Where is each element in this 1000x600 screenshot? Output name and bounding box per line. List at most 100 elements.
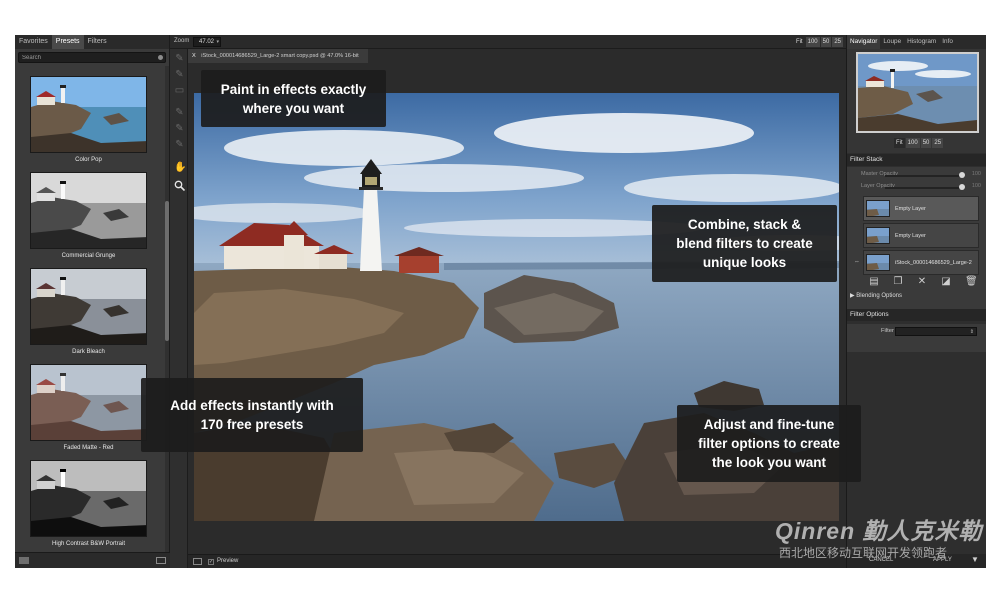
eye-icon[interactable]: ⇔ <box>854 259 860 265</box>
preset-list: Color Pop Commercial Grunge Dark Bleach … <box>15 66 165 552</box>
chevron-updown-icon: ⇕ <box>969 329 974 335</box>
tab-histogram[interactable]: Histogram <box>904 35 939 49</box>
tab-filters[interactable]: Filters <box>84 35 111 49</box>
filter-label: Filter <box>881 328 894 334</box>
filter-options-header: Filter Options <box>847 309 986 321</box>
layer-opacity-value: 100 <box>971 183 981 189</box>
zoom-icon[interactable] <box>174 180 186 192</box>
add-mask-icon[interactable]: ◪ <box>941 276 951 287</box>
trash-icon[interactable]: 🗑 <box>965 276 978 287</box>
filter-options: Filter ⇕ <box>847 324 986 352</box>
preset-color-pop[interactable]: Color Pop <box>30 76 147 163</box>
layer-thumbnail-art <box>867 201 889 216</box>
slider-track[interactable] <box>885 187 961 189</box>
lighthouse-thumbnail <box>31 461 146 536</box>
top-bar: Zoom 47.02 ▾ Fit 100 50 25 <box>170 35 846 49</box>
layer-opacity-slider[interactable]: Layer Opacity 100 <box>861 183 981 192</box>
new-layer-icon[interactable]: ▤ <box>869 276 879 287</box>
slider-track[interactable] <box>885 175 961 177</box>
preset-name: Faded Matte - Red <box>63 445 114 451</box>
nav-50-button[interactable]: 50 <box>920 138 932 148</box>
brush-icon[interactable]: ✎ <box>174 123 185 134</box>
preview-toggle[interactable]: ✓ Preview <box>208 558 238 565</box>
layer-name: Empty Layer <box>895 233 926 239</box>
master-opacity-slider[interactable]: Master Opacity 100 <box>861 171 981 180</box>
nav-fit-button[interactable]: Fit <box>894 138 905 148</box>
tab-info[interactable]: Info <box>939 35 956 49</box>
preset-high-contrast-bw-portrait[interactable]: High Contrast B&W Portrait <box>30 460 147 547</box>
preset-commercial-grunge[interactable]: Commercial Grunge <box>30 172 147 259</box>
layer-toolbar: ▤ ❐ ✕ ◪ 🗑 <box>869 276 978 287</box>
zoom-select[interactable]: 47.02 ▾ <box>193 37 221 47</box>
magnifier-glyph <box>174 180 186 192</box>
slider-knob[interactable] <box>959 184 965 190</box>
layer-thumbnail-art <box>867 228 889 243</box>
preset-name: Commercial Grunge <box>61 253 116 259</box>
nav-25-button[interactable]: 25 <box>932 138 944 148</box>
preset-thumbnail <box>30 172 147 249</box>
preset-scrollbar[interactable] <box>165 66 169 552</box>
compare-icon[interactable] <box>193 558 202 565</box>
zoom-25-button[interactable]: 25 <box>832 37 843 47</box>
preset-thumbnail <box>30 460 147 537</box>
bottom-bar: ✓ Preview <box>188 554 846 568</box>
collapse-panel-icon[interactable] <box>156 557 166 564</box>
checkbox-icon[interactable]: ✓ <box>208 559 214 565</box>
zoom-fit-button[interactable]: Fit <box>793 37 805 47</box>
callout-add: Add effects instantly with 170 free pres… <box>141 378 363 452</box>
eraser-icon[interactable]: ▭ <box>174 85 185 96</box>
layer-item[interactable]: Empty Layer <box>863 223 979 248</box>
toggle-panel-icon[interactable] <box>19 557 29 564</box>
watermark-logo: Qinren 勤人克米勒 <box>775 518 983 544</box>
master-opacity-value: 100 <box>971 171 981 177</box>
brush-icon[interactable]: ✎ <box>174 69 185 80</box>
tab-navigator[interactable]: Navigator <box>847 35 881 49</box>
close-icon[interactable]: X <box>192 53 196 59</box>
tool-column: ✎ ✎ ▭ ✎ ✎ ✎ ✋ <box>170 35 188 568</box>
search-input[interactable] <box>19 53 165 62</box>
preset-thumbnail <box>30 268 147 345</box>
tab-favorites[interactable]: Favorites <box>15 35 52 49</box>
preset-dark-bleach[interactable]: Dark Bleach <box>30 268 147 355</box>
tab-presets[interactable]: Presets <box>51 35 84 49</box>
zoom-100-button[interactable]: 100 <box>805 37 820 47</box>
blending-options-label: Blending Options <box>856 293 902 299</box>
left-tabs: Favorites Presets Filters <box>15 35 169 49</box>
right-tabs: Navigator Loupe Histogram Info <box>847 35 986 49</box>
brush-icon[interactable]: ✎ <box>174 139 185 150</box>
preset-name: Dark Bleach <box>72 349 105 355</box>
document-tab[interactable]: X iStock_000014686529_Large-2 smart copy… <box>188 49 368 63</box>
search-clear-icon[interactable] <box>158 55 163 60</box>
zoom-50-button[interactable]: 50 <box>820 37 832 47</box>
nav-100-button[interactable]: 100 <box>905 138 920 148</box>
document-title: iStock_000014686529_Large-2 smart copy.p… <box>201 53 359 59</box>
brush-icon[interactable]: ✎ <box>174 53 185 64</box>
duplicate-layer-icon[interactable]: ❐ <box>893 276 903 287</box>
navigator-thumbnail[interactable] <box>856 52 979 133</box>
filter-select[interactable]: ⇕ <box>895 327 977 336</box>
merge-icon[interactable]: ✕ <box>917 276 927 287</box>
layer-item[interactable]: ⇔ iStock_000014686529_Large-2 <box>854 250 979 275</box>
callout-combine: Combine, stack & blend filters to create… <box>652 205 837 282</box>
layer-name: Empty Layer <box>895 206 926 212</box>
filter-stack-header: Filter Stack <box>847 154 986 166</box>
preset-name: Color Pop <box>75 157 102 163</box>
right-panel: Navigator Loupe Histogram Info Fit 100 5… <box>846 35 986 568</box>
layer-item[interactable]: Empty Layer <box>863 196 979 221</box>
chevron-down-icon: ▾ <box>216 39 219 45</box>
lighthouse-thumbnail <box>31 173 146 248</box>
watermark: Qinren 勤人克米勒 西北地区移动互联网开发领跑者 <box>775 512 987 568</box>
search-box <box>18 52 166 63</box>
hand-icon[interactable]: ✋ <box>174 162 186 173</box>
blending-options-toggle[interactable]: ▶ Blending Options <box>850 292 902 299</box>
scrollbar-thumb[interactable] <box>165 201 169 341</box>
brush-icon[interactable]: ✎ <box>174 107 185 118</box>
zoom-buttons: Fit 100 50 25 <box>793 37 843 47</box>
tab-loupe[interactable]: Loupe <box>880 35 904 49</box>
preset-faded-matte-red[interactable]: Faded Matte - Red <box>30 364 147 451</box>
presets-panel: Favorites Presets Filters Search Color P… <box>15 35 170 568</box>
slider-knob[interactable] <box>959 172 965 178</box>
preset-thumbnail <box>30 76 147 153</box>
layer-thumbnail <box>866 200 890 217</box>
zoom-label: Zoom <box>174 38 190 44</box>
